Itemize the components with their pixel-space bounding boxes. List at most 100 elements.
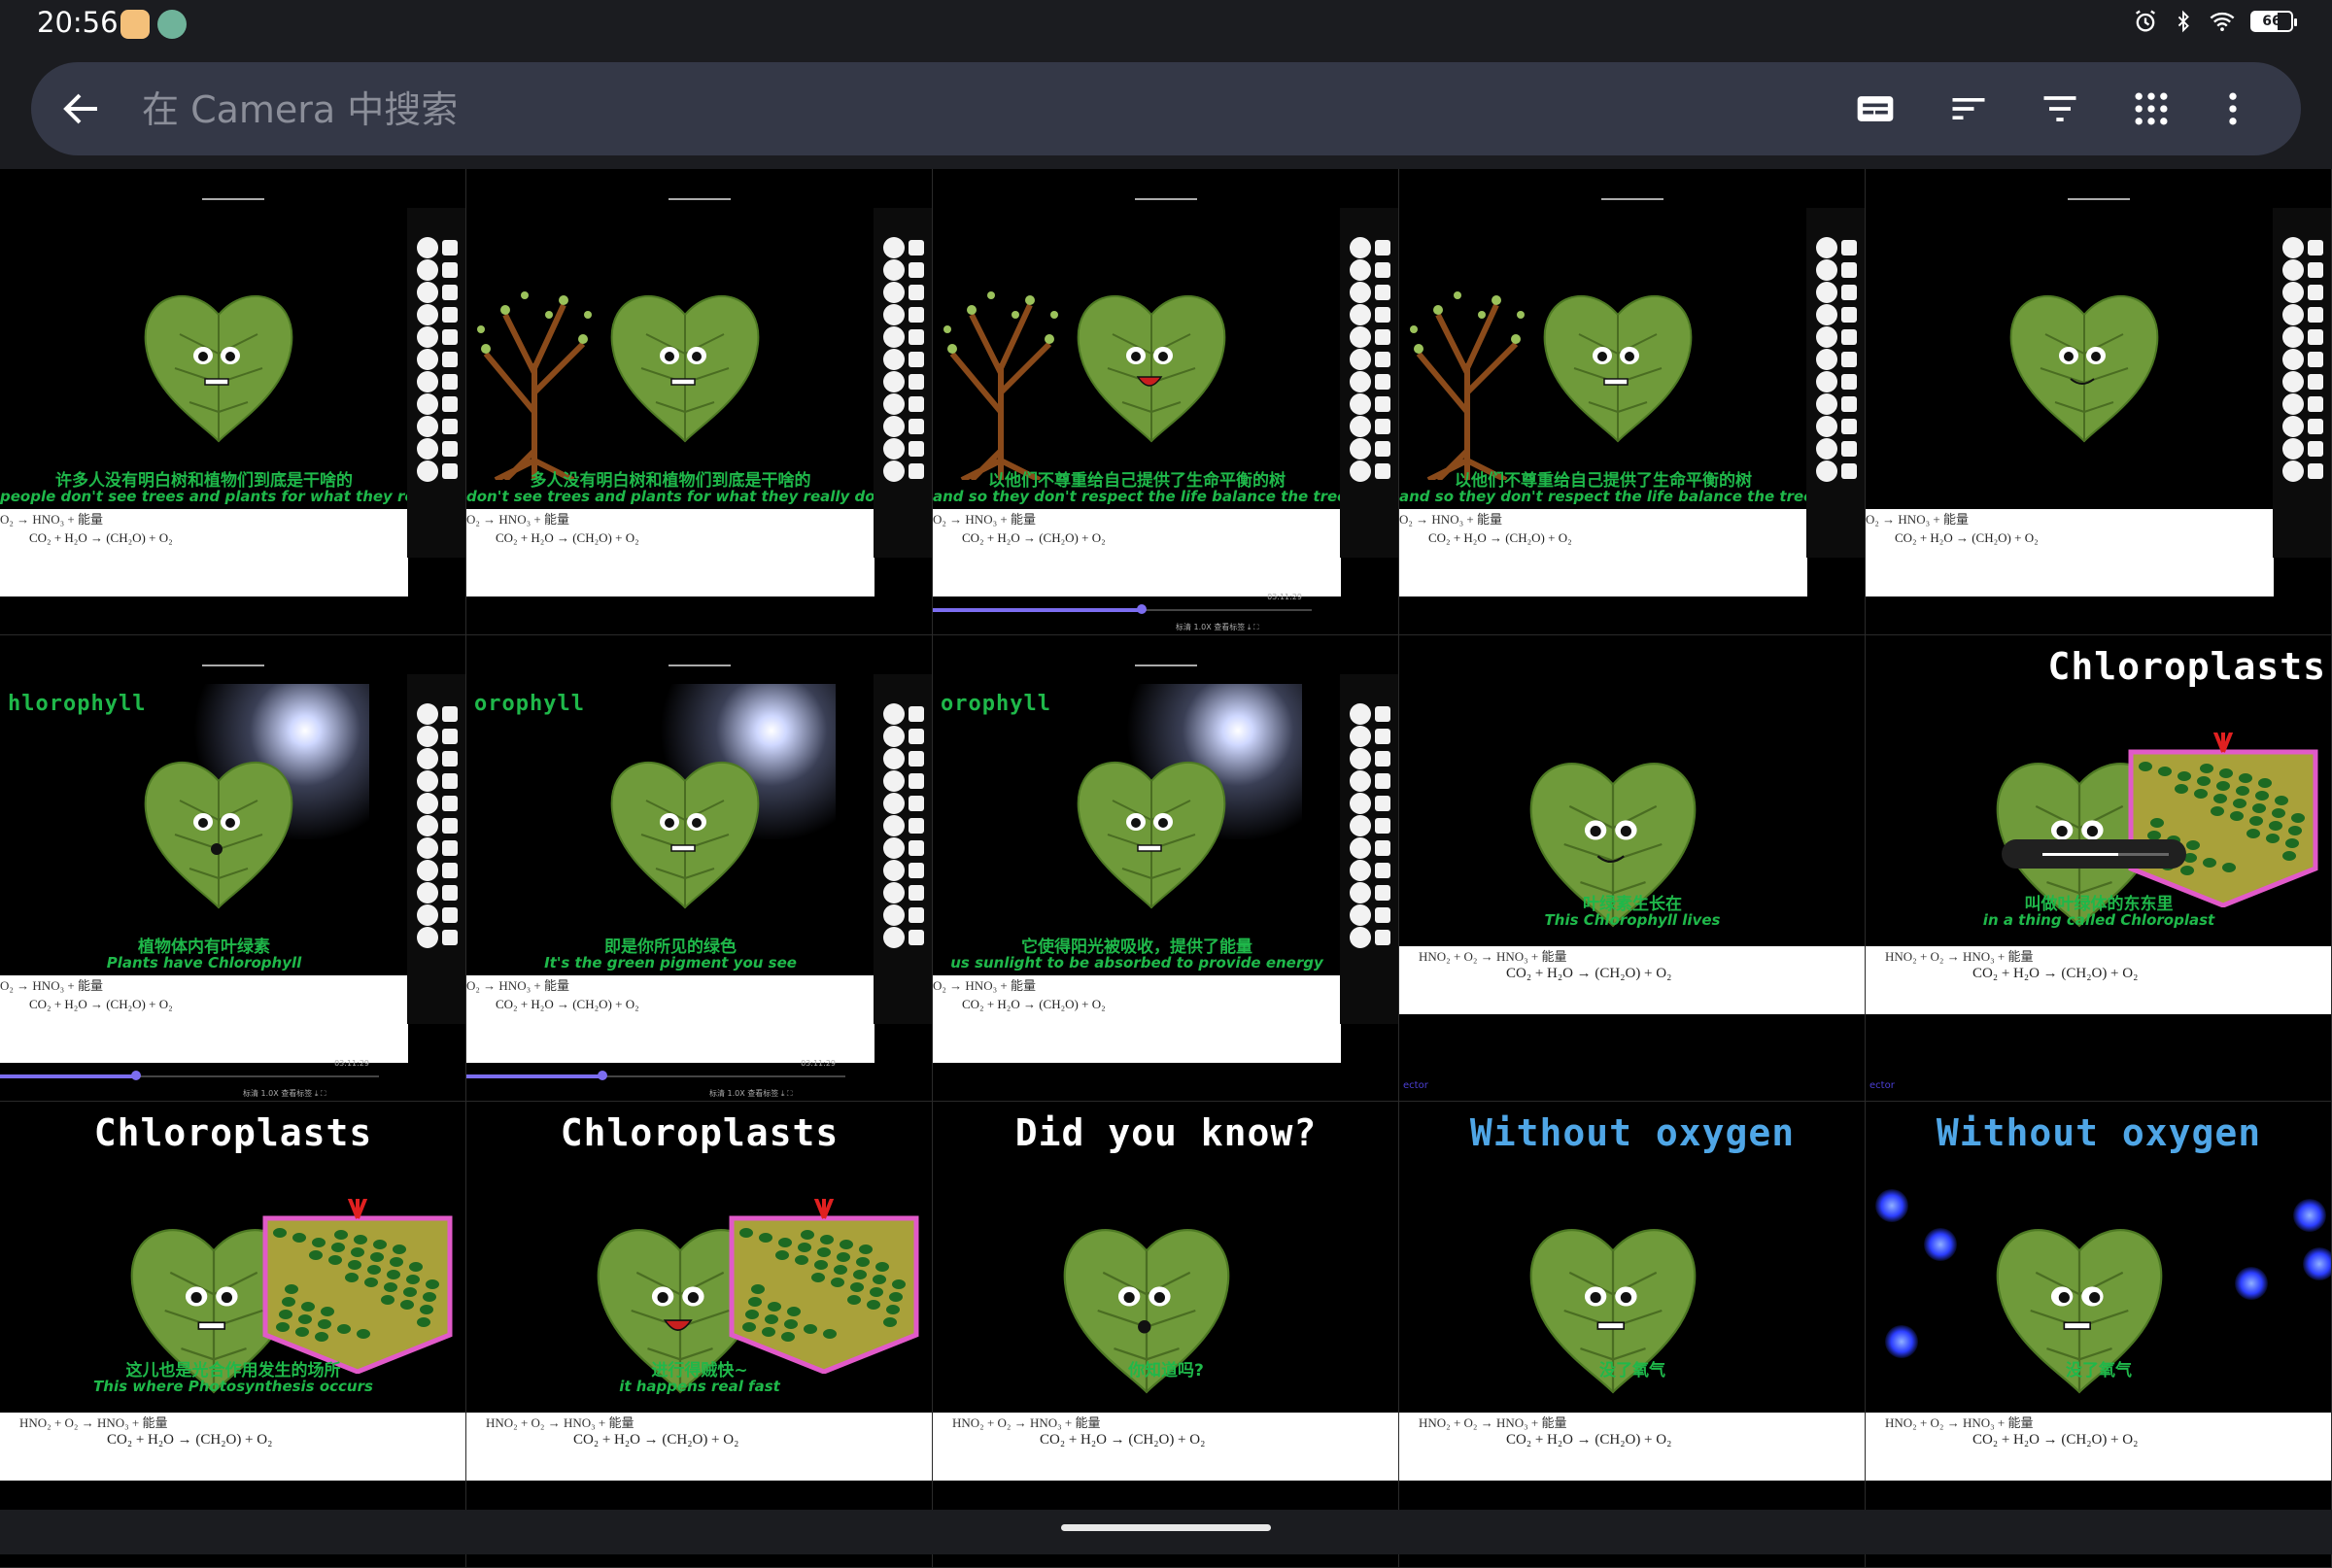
side-panel-avatar[interactable]: [417, 703, 438, 725]
side-panel-avatar[interactable]: [883, 904, 905, 926]
video-progress-bar[interactable]: 03:11:29: [466, 1059, 874, 1080]
side-panel-avatar[interactable]: [1350, 793, 1371, 814]
side-panel-avatar[interactable]: [883, 927, 905, 948]
side-panel-avatar[interactable]: [417, 904, 438, 926]
side-panel-avatar[interactable]: [2282, 416, 2304, 437]
side-panel-avatar[interactable]: [417, 282, 438, 303]
side-panel-avatar[interactable]: [2282, 393, 2304, 415]
side-panel-avatar[interactable]: [1350, 304, 1371, 325]
side-panel-avatar[interactable]: [2282, 371, 2304, 392]
home-gesture-handle[interactable]: [1061, 1524, 1271, 1531]
side-panel-avatar[interactable]: [417, 237, 438, 258]
side-panel-avatar[interactable]: [883, 770, 905, 792]
side-panel-avatar[interactable]: [1350, 748, 1371, 769]
side-panel-avatar[interactable]: [1350, 282, 1371, 303]
side-panel-avatar[interactable]: [1350, 860, 1371, 881]
side-panel-avatar[interactable]: [883, 416, 905, 437]
volume-indicator[interactable]: [2002, 839, 2186, 869]
back-button[interactable]: [58, 85, 105, 132]
side-panel-avatar[interactable]: [883, 815, 905, 836]
side-panel-avatar[interactable]: [883, 703, 905, 725]
side-panel-avatar[interactable]: [1350, 438, 1371, 460]
side-panel-avatar[interactable]: [417, 882, 438, 903]
video-thumbnail[interactable]: orophyll 即是你所见的绿色 It's the green pigment y…: [466, 635, 933, 1102]
side-panel-avatar[interactable]: [1350, 393, 1371, 415]
progress-knob[interactable]: [131, 1071, 141, 1080]
side-panel-avatar[interactable]: [2282, 326, 2304, 348]
side-panel-avatar[interactable]: [1816, 349, 1837, 370]
side-panel-avatar[interactable]: [1350, 815, 1371, 836]
side-panel-avatar[interactable]: [417, 927, 438, 948]
side-panel-avatar[interactable]: [883, 726, 905, 747]
side-panel-avatar[interactable]: [883, 860, 905, 881]
side-panel-avatar[interactable]: [417, 748, 438, 769]
sort-button[interactable]: [1945, 85, 1992, 132]
side-panel-avatar[interactable]: [883, 882, 905, 903]
side-panel-avatar[interactable]: [417, 815, 438, 836]
side-panel-avatar[interactable]: [1816, 393, 1837, 415]
side-panel-avatar[interactable]: [1350, 726, 1371, 747]
side-panel-avatar[interactable]: [883, 460, 905, 482]
side-panel-avatar[interactable]: [417, 438, 438, 460]
side-panel-avatar[interactable]: [883, 748, 905, 769]
search-input[interactable]: [140, 84, 1018, 136]
progress-knob[interactable]: [598, 1071, 607, 1080]
side-panel-avatar[interactable]: [417, 326, 438, 348]
side-panel-avatar[interactable]: [1816, 304, 1837, 325]
side-panel-avatar[interactable]: [1816, 259, 1837, 281]
side-panel-avatar[interactable]: [883, 393, 905, 415]
side-panel-avatar[interactable]: [417, 371, 438, 392]
video-thumbnail[interactable]: O₂ → HNO₃ + 能量 CO₂ + H₂O → (CH₂O) + O₂: [1866, 169, 2332, 635]
side-panel-avatar[interactable]: [883, 304, 905, 325]
side-panel-avatar[interactable]: [417, 793, 438, 814]
side-panel-avatar[interactable]: [1350, 237, 1371, 258]
video-progress-bar[interactable]: 03:11:29: [0, 1059, 408, 1080]
video-progress-bar[interactable]: 03:11:29: [933, 593, 1341, 614]
side-panel-avatar[interactable]: [1350, 326, 1371, 348]
side-panel-avatar[interactable]: [883, 837, 905, 859]
side-panel-avatar[interactable]: [1816, 438, 1837, 460]
side-panel-avatar[interactable]: [1350, 837, 1371, 859]
video-thumbnail[interactable]: 叶绿素生长在 This Chlorophyll lives HNO₂ + O₂ →…: [1399, 635, 1866, 1102]
side-panel-avatar[interactable]: [1816, 326, 1837, 348]
side-panel-avatar[interactable]: [883, 282, 905, 303]
side-panel-avatar[interactable]: [2282, 259, 2304, 281]
video-thumbnail[interactable]: Without oxygen 没了氧气 HNO₂ + O₂ → HNO₃ + 能量…: [1399, 1102, 1866, 1568]
video-thumbnail[interactable]: Did you know? 你知道吗? HNO₂ + O₂ → HNO₃ + 能量…: [933, 1102, 1399, 1568]
side-panel-avatar[interactable]: [2282, 237, 2304, 258]
side-panel-avatar[interactable]: [417, 770, 438, 792]
video-thumbnail[interactable]: 以他们不尊重给自己提供了生命平衡的树 and so they don't resp…: [1399, 169, 1866, 635]
side-panel-avatar[interactable]: [1350, 927, 1371, 948]
side-panel-avatar[interactable]: [883, 371, 905, 392]
side-panel-avatar[interactable]: [883, 326, 905, 348]
side-panel-avatar[interactable]: [417, 837, 438, 859]
side-panel-avatar[interactable]: [883, 237, 905, 258]
side-panel-avatar[interactable]: [2282, 282, 2304, 303]
subtitles-button[interactable]: [1852, 85, 1899, 132]
side-panel-avatar[interactable]: [2282, 349, 2304, 370]
side-panel-avatar[interactable]: [1350, 371, 1371, 392]
side-panel-avatar[interactable]: [883, 259, 905, 281]
side-panel-avatar[interactable]: [1350, 703, 1371, 725]
side-panel-avatar[interactable]: [1350, 770, 1371, 792]
side-panel-avatar[interactable]: [1350, 259, 1371, 281]
video-thumbnail[interactable]: 多人没有明白树和植物们到底是干啥的 don't see trees and pla…: [466, 169, 933, 635]
side-panel-avatar[interactable]: [2282, 438, 2304, 460]
video-thumbnail[interactable]: 许多人没有明白树和植物们到底是干啥的 people don't see trees…: [0, 169, 466, 635]
grid-view-button[interactable]: [2128, 85, 2175, 132]
side-panel-avatar[interactable]: [417, 259, 438, 281]
side-panel-avatar[interactable]: [1350, 882, 1371, 903]
side-panel-avatar[interactable]: [1350, 349, 1371, 370]
side-panel-avatar[interactable]: [1816, 237, 1837, 258]
video-thumbnail[interactable]: 以他们不尊重给自己提供了生命平衡的树 and so they don't resp…: [933, 169, 1399, 635]
side-panel-avatar[interactable]: [1350, 460, 1371, 482]
side-panel-avatar[interactable]: [1816, 416, 1837, 437]
filter-button[interactable]: [2037, 85, 2083, 132]
side-panel-avatar[interactable]: [417, 349, 438, 370]
side-panel-avatar[interactable]: [417, 416, 438, 437]
side-panel-avatar[interactable]: [1350, 904, 1371, 926]
side-panel-avatar[interactable]: [417, 726, 438, 747]
side-panel-avatar[interactable]: [883, 438, 905, 460]
side-panel-avatar[interactable]: [1350, 416, 1371, 437]
side-panel-avatar[interactable]: [417, 393, 438, 415]
